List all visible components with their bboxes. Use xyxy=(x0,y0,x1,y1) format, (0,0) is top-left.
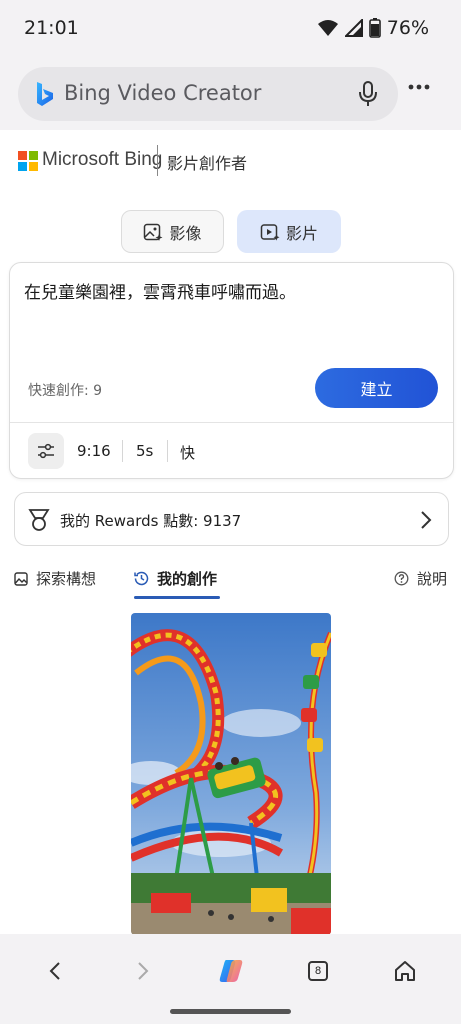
more-options-icon[interactable] xyxy=(408,84,430,90)
tab-video[interactable]: 影片 xyxy=(237,210,341,253)
bottom-navigation: 8 xyxy=(0,934,461,1024)
help-link[interactable]: 說明 xyxy=(394,568,447,589)
creation-video-thumbnail[interactable] xyxy=(131,613,331,935)
brand-name[interactable]: Microsoft Bing xyxy=(42,149,162,171)
speed-option[interactable]: 快 xyxy=(180,442,195,463)
battery-percent: 76% xyxy=(386,17,429,39)
option-separator xyxy=(122,440,123,462)
help-icon xyxy=(394,571,409,586)
status-icons: 76% xyxy=(317,17,429,39)
help-label: 說明 xyxy=(417,570,448,588)
image-sparkle-icon xyxy=(144,223,163,241)
status-time: 21:01 xyxy=(24,17,79,39)
roller-coaster-image xyxy=(131,613,331,935)
copilot-icon xyxy=(219,960,243,982)
option-separator xyxy=(167,440,168,462)
tab-explore-ideas-label: 探索構想 xyxy=(36,570,97,588)
page-title: 影片創作者 xyxy=(167,154,248,173)
card-divider xyxy=(10,422,453,423)
tab-image[interactable]: 影像 xyxy=(121,210,224,253)
rewards-points: 我的 Rewards 點數: 9137 xyxy=(60,512,242,530)
prompt-card: 在兒童樂園裡，雲霄飛車呼嘯而過。 快速創作: 9 建立 9:16 5s 快 xyxy=(9,262,454,479)
tab-my-creations[interactable]: 我的創作 xyxy=(134,568,217,589)
microsoft-logo-icon xyxy=(18,151,38,171)
address-text: Bing Video Creator xyxy=(64,81,262,105)
sliders-icon xyxy=(38,443,54,459)
history-icon xyxy=(134,571,149,586)
tabs-button[interactable]: 8 xyxy=(300,953,336,989)
tab-image-label: 影像 xyxy=(169,223,202,243)
active-tab-indicator xyxy=(134,596,220,599)
address-bar[interactable]: Bing Video Creator xyxy=(18,67,398,121)
chevron-right-icon xyxy=(421,511,432,529)
rewards-card[interactable]: 我的 Rewards 點數: 9137 xyxy=(14,492,449,546)
forward-button[interactable] xyxy=(125,953,161,989)
status-bar: 21:01 76% xyxy=(0,0,461,60)
duration-option[interactable]: 5s xyxy=(136,442,153,460)
prompt-input[interactable]: 在兒童樂園裡，雲霄飛車呼嘯而過。 xyxy=(24,278,296,303)
microphone-icon[interactable] xyxy=(358,80,378,108)
brand-header: Microsoft Bing 影片創作者 xyxy=(0,130,461,190)
image-icon xyxy=(14,571,28,586)
cell-signal-icon xyxy=(344,19,363,37)
back-button[interactable] xyxy=(37,953,73,989)
bing-logo-icon xyxy=(37,82,53,106)
brand-divider xyxy=(157,145,158,176)
chevron-left-icon xyxy=(49,962,60,980)
video-sparkle-icon xyxy=(260,223,280,241)
battery-icon xyxy=(368,18,381,38)
tab-video-label: 影片 xyxy=(285,223,318,243)
copilot-button[interactable] xyxy=(213,953,249,989)
home-icon xyxy=(395,961,415,981)
tab-count-badge: 8 xyxy=(308,961,328,981)
gesture-bar xyxy=(170,1009,291,1014)
aspect-ratio-option[interactable]: 9:16 xyxy=(77,442,111,460)
tab-explore-ideas[interactable]: 探索構想 xyxy=(14,568,96,589)
tab-my-creations-label: 我的創作 xyxy=(157,570,218,588)
wifi-icon xyxy=(317,20,338,36)
settings-button[interactable] xyxy=(28,433,64,469)
boost-count: 快速創作: 9 xyxy=(28,383,103,399)
chevron-right-icon xyxy=(138,962,149,980)
home-button[interactable] xyxy=(387,953,423,989)
browser-toolbar: Bing Video Creator xyxy=(0,60,461,130)
create-button[interactable]: 建立 xyxy=(315,368,438,408)
medal-icon xyxy=(28,509,50,531)
